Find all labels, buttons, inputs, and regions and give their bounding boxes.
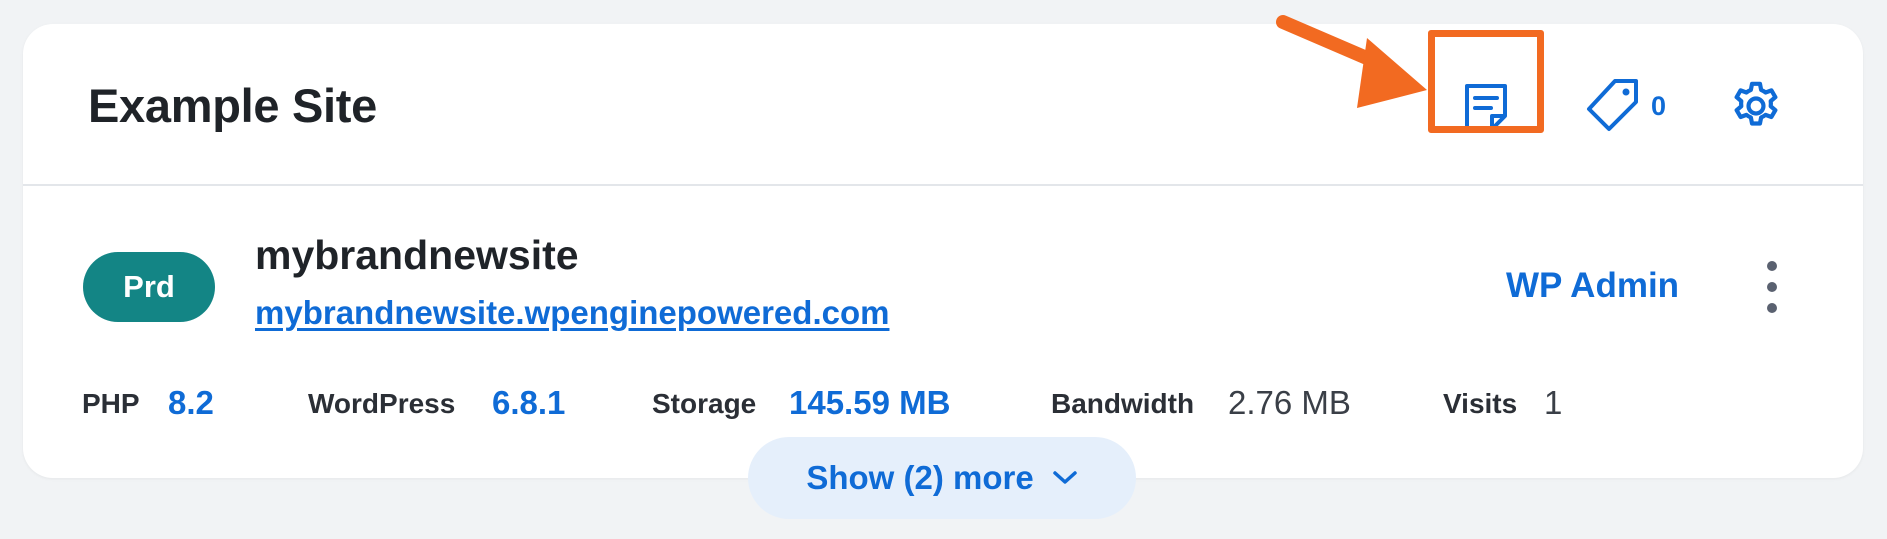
bandwidth-value: 2.76 MB <box>1228 384 1351 421</box>
environment-badge: Prd <box>83 252 215 322</box>
show-more-label: Show (2) more <box>806 459 1034 496</box>
chevron-down-icon <box>1052 471 1077 484</box>
gear-icon <box>1734 81 1778 126</box>
kebab-dot <box>1767 303 1777 313</box>
notes-icon <box>1464 83 1507 131</box>
php-version-link[interactable]: 8.2 <box>168 384 214 422</box>
tag-icon <box>1587 79 1638 131</box>
more-vertical-icon[interactable] <box>1760 257 1784 317</box>
kebab-dot <box>1767 282 1777 292</box>
visits-value: 1 <box>1544 384 1563 421</box>
php-label: PHP <box>82 388 140 419</box>
bandwidth-label: Bandwidth <box>1051 388 1195 419</box>
environment-url-link[interactable]: mybrandnewsite.wpenginepowered.com <box>255 294 889 332</box>
site-title: Example Site <box>88 79 377 132</box>
wp-admin-link[interactable]: WP Admin <box>1506 266 1679 306</box>
tags-button[interactable]: 0 <box>1583 76 1666 136</box>
kebab-dot <box>1767 261 1777 271</box>
wordpress-version-link[interactable]: 6.8.1 <box>492 384 565 422</box>
page: Example Site 0 Prd mybrandnewsite mybran… <box>0 0 1887 539</box>
storage-label: Storage <box>652 388 757 419</box>
visits-label: Visits <box>1443 388 1518 419</box>
notes-button[interactable] <box>1454 76 1517 139</box>
storage-value-link[interactable]: 145.59 MB <box>789 384 950 422</box>
site-card: Example Site 0 Prd mybrandnewsite mybran… <box>23 24 1863 478</box>
settings-button[interactable] <box>1726 76 1786 136</box>
wordpress-label: WordPress <box>308 388 456 419</box>
show-more-button[interactable]: Show (2) more <box>748 437 1136 519</box>
environment-name: mybrandnewsite <box>255 232 579 278</box>
tag-count: 0 <box>1651 90 1667 121</box>
site-card-header: Example Site 0 <box>23 24 1863 186</box>
